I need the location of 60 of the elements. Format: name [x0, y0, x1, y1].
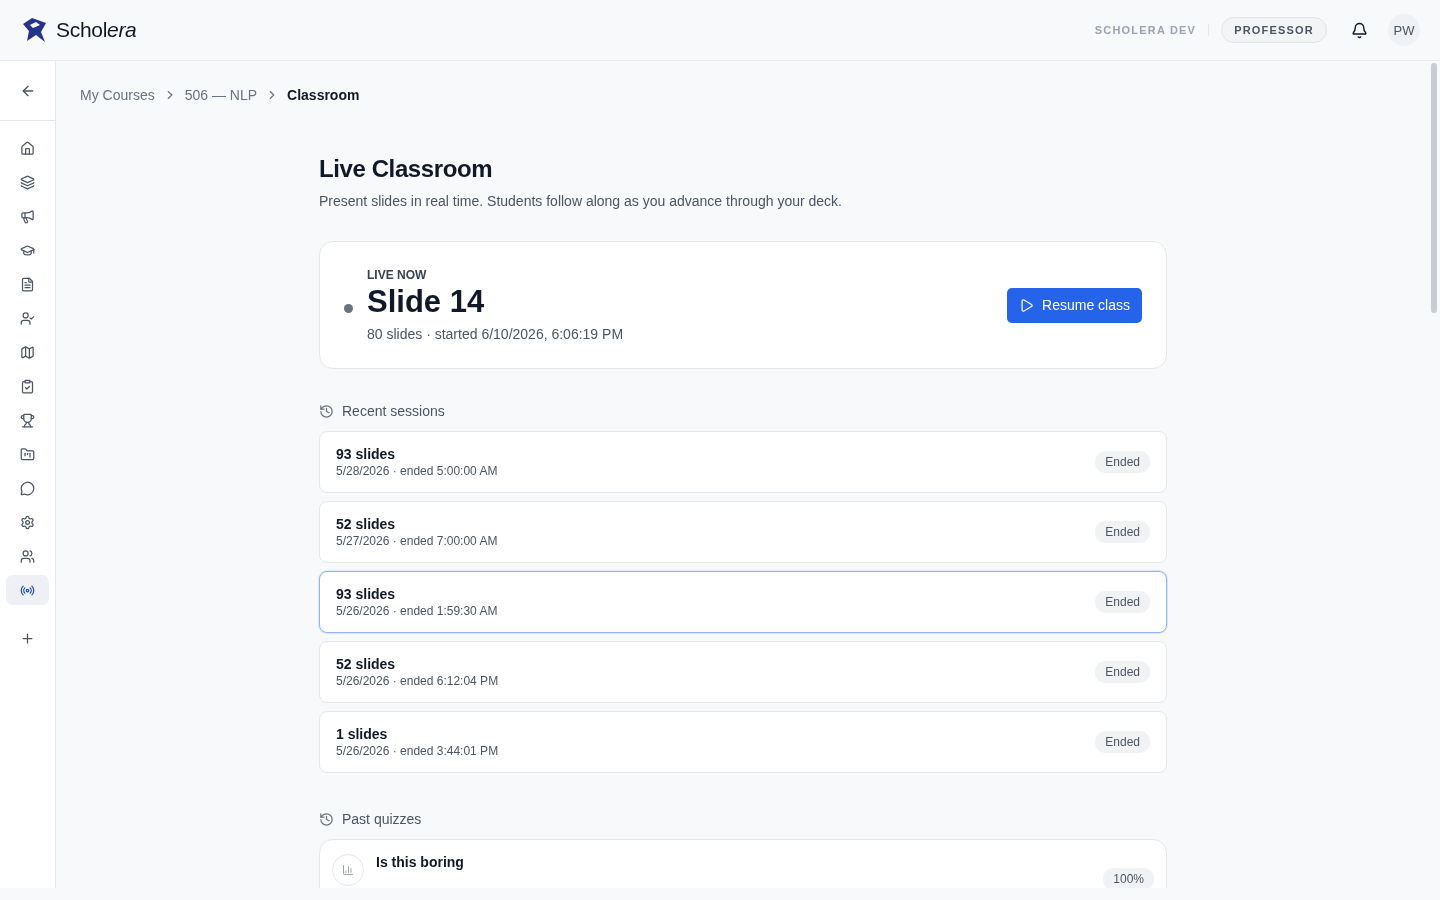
current-slide: Slide 14: [367, 284, 486, 320]
role-badge: PROFESSOR: [1221, 17, 1327, 43]
brand-name: Scholera: [56, 18, 137, 42]
clipboard-check-icon: [20, 378, 35, 394]
logo-icon: [20, 16, 48, 44]
settings-icon: [20, 514, 35, 530]
breadcrumb-link[interactable]: Classroom: [287, 87, 360, 103]
session-row[interactable]: 52 slides 5/27/2026 · ended 7:00:00 AM Ended: [319, 501, 1167, 563]
page-subtitle: Present slides in real time. Students follow along as you advance through your deck.: [319, 193, 843, 209]
bell-icon: [1351, 21, 1368, 39]
session-row[interactable]: 52 slides 5/26/2026 · ended 6:12:04 PM Ended: [319, 641, 1167, 703]
session-title: 93 slides: [336, 446, 397, 462]
session-date: 5/28/2026 · ended 5:00:00 AM: [336, 464, 498, 478]
graduation-cap-icon: [20, 242, 35, 258]
history-icon: [319, 403, 334, 419]
session-date: 5/26/2026 · ended 6:12:04 PM: [336, 674, 499, 688]
quiz-row[interactable]: Is this boring 100%: [319, 839, 1167, 888]
session-title: 52 slides: [336, 656, 397, 672]
history-icon: [319, 811, 334, 827]
section-title: Past quizzes: [342, 811, 422, 827]
status-badge: Ended: [1095, 591, 1150, 613]
section-title: Recent sessions: [342, 403, 445, 419]
session-row[interactable]: 93 slides 5/26/2026 · ended 1:59:30 AM Ended: [319, 571, 1167, 633]
session-title: 93 slides: [336, 586, 397, 602]
user-check-icon: [20, 310, 35, 326]
session-date: 5/26/2026 · ended 3:44:01 PM: [336, 744, 499, 758]
session-date: 5/27/2026 · ended 7:00:00 AM: [336, 534, 498, 548]
quiz-title: Is this boring: [376, 854, 464, 870]
status-badge: Ended: [1095, 521, 1150, 543]
status-dot-icon: [344, 303, 353, 313]
session-title: 1 slides: [336, 726, 389, 742]
page-title: Live Classroom: [319, 155, 494, 183]
session-row[interactable]: 93 slides 5/28/2026 · ended 5:00:00 AM Ended: [319, 431, 1167, 493]
megaphone-icon: [20, 208, 35, 224]
breadcrumb-link[interactable]: My Courses: [80, 87, 155, 103]
trophy-icon: [20, 412, 35, 428]
session-date: 5/26/2026 · ended 1:59:30 AM: [336, 604, 498, 618]
play-icon: [1019, 297, 1035, 313]
layers-icon: [20, 174, 35, 190]
live-label: LIVE NOW: [367, 268, 428, 282]
resume-class-button[interactable]: Resume class: [1007, 287, 1142, 323]
plus-icon: [20, 630, 35, 646]
folder-icon: [20, 446, 35, 462]
session-title: 52 slides: [336, 516, 397, 532]
user-avatar[interactable]: PW: [1388, 14, 1420, 46]
status-badge: Ended: [1095, 451, 1150, 473]
document-icon: [20, 276, 35, 292]
users-icon: [20, 548, 35, 564]
map-icon: [20, 344, 35, 360]
status-badge: Ended: [1095, 661, 1150, 683]
session-meta: 80 slides · started 6/10/2026, 6:06:19 PM: [367, 326, 624, 342]
scrollbar-thumb[interactable]: [1431, 63, 1437, 313]
session-row[interactable]: 1 slides 5/26/2026 · ended 3:44:01 PM Ended: [319, 711, 1167, 773]
home-icon: [20, 140, 35, 156]
breadcrumb-link[interactable]: 506 — NLP: [184, 87, 258, 103]
chat-bubble-icon: [20, 480, 35, 496]
score-badge: 100%: [1103, 868, 1154, 888]
environment-label: SCHOLERA DEV: [1094, 24, 1210, 36]
sidebar-nav-button[interactable]: [6, 575, 49, 605]
status-badge: Ended: [1095, 731, 1150, 753]
